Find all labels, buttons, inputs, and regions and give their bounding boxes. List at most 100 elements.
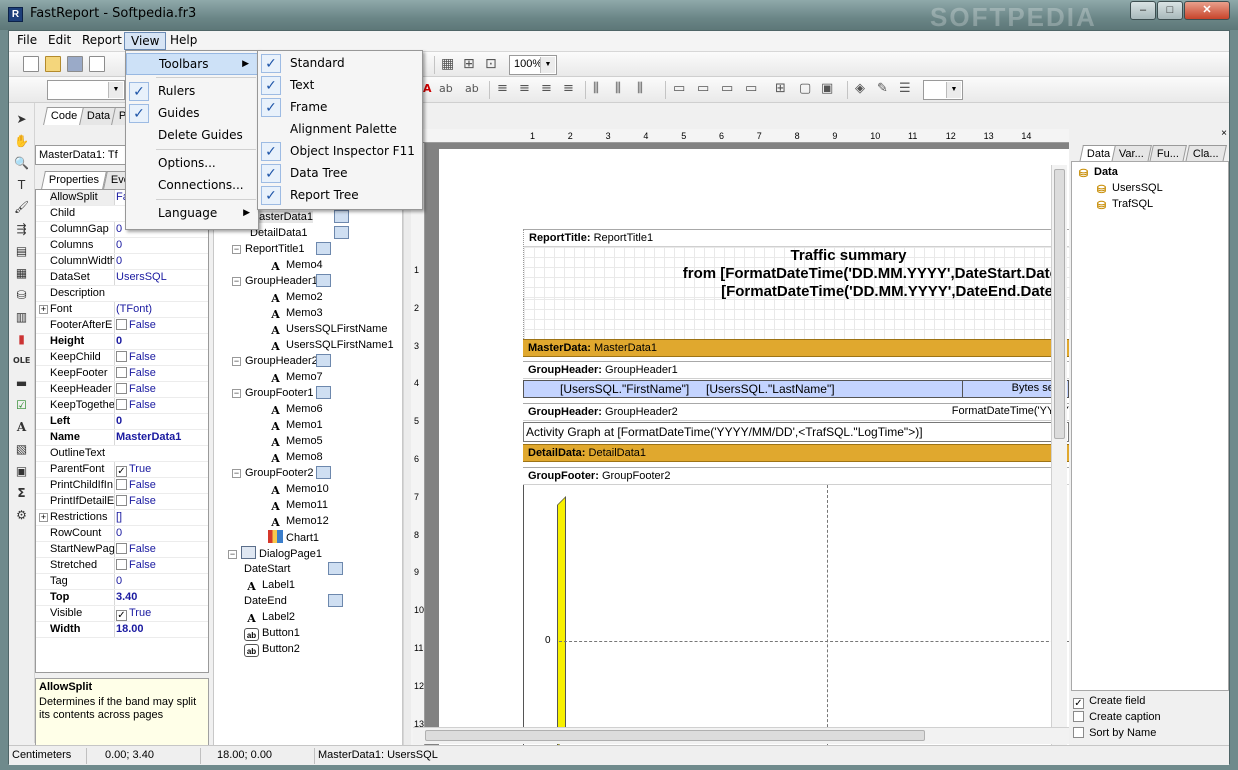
- checkbox-icon[interactable]: [116, 399, 127, 410]
- close-button[interactable]: ✕: [1184, 1, 1230, 20]
- property-value[interactable]: False: [114, 382, 208, 397]
- band-group-footer-2[interactable]: GroupFooter: GroupFooter2 0: [523, 467, 1069, 747]
- property-value[interactable]: 0: [114, 334, 208, 349]
- property-row[interactable]: Stretched False: [36, 558, 208, 574]
- tree-node[interactable]: ab Button1: [244, 626, 300, 642]
- tree-node[interactable]: Chart1: [268, 530, 319, 546]
- menu-item-standard[interactable]: ✓ Standard: [258, 53, 422, 75]
- font-color-icon[interactable]: A: [423, 82, 432, 95]
- rotate-text-icon[interactable]: ab: [465, 82, 479, 95]
- collapse-icon[interactable]: −: [232, 357, 241, 366]
- design-vertical-scrollbar[interactable]: ▼: [1051, 165, 1067, 747]
- property-row[interactable]: KeepChild False: [36, 350, 208, 366]
- menu-item-delete-guides[interactable]: Delete Guides: [126, 125, 258, 147]
- property-value[interactable]: False: [114, 318, 208, 333]
- tree-node[interactable]: A Memo1: [268, 418, 322, 434]
- property-row[interactable]: StartNewPag False: [36, 542, 208, 558]
- ole-object-icon[interactable]: OLE: [13, 353, 30, 369]
- hand-tool-icon[interactable]: ✋: [13, 133, 30, 149]
- collapse-icon[interactable]: −: [232, 469, 241, 478]
- tree-node[interactable]: ab Button2: [244, 642, 300, 658]
- property-value[interactable]: []: [114, 510, 208, 525]
- menu-item-data-tree[interactable]: ✓ Data Tree: [258, 163, 422, 185]
- scroll-thumb[interactable]: [425, 730, 925, 741]
- property-value[interactable]: False: [114, 398, 208, 413]
- memo-activity-graph[interactable]: Activity Graph at [FormatDateTime('YYYY/…: [523, 422, 1069, 442]
- frame-all-icon[interactable]: ⊞: [775, 81, 786, 96]
- tree-node[interactable]: DateStart: [244, 562, 343, 578]
- highlight-icon[interactable]: ab: [439, 82, 453, 95]
- frame-right-icon[interactable]: ▭: [745, 81, 757, 96]
- tree-node[interactable]: A Memo3: [268, 306, 322, 322]
- line-icon[interactable]: ▬: [13, 375, 30, 391]
- band-report-title[interactable]: ReportTitle: ReportTitle1 Traffic summar…: [523, 229, 1070, 300]
- property-row[interactable]: Description: [36, 286, 208, 302]
- align-center-icon[interactable]: ≡: [519, 81, 530, 96]
- frame-top-icon[interactable]: ▭: [673, 81, 685, 96]
- minimize-button[interactable]: –: [1130, 1, 1156, 20]
- report-objects-icon[interactable]: ▤: [13, 243, 30, 259]
- memo-icon[interactable]: A: [13, 419, 30, 435]
- property-row[interactable]: DataSet UsersSQL: [36, 270, 208, 286]
- menu-item-toolbars[interactable]: Toolbars ▶: [126, 53, 258, 75]
- property-row[interactable]: ParentFont ✓ True: [36, 462, 208, 478]
- menu-item-connections[interactable]: Connections...: [126, 175, 258, 197]
- grid-icon[interactable]: ▦: [441, 56, 454, 72]
- tree-node[interactable]: A Memo11: [268, 498, 328, 514]
- memo-title[interactable]: Traffic summary: [524, 247, 1063, 265]
- menu-item-report-tree[interactable]: ✓ Report Tree: [258, 185, 422, 207]
- data-item[interactable]: ⛁ UsersSQL: [1094, 181, 1163, 197]
- fit-to-grid-icon[interactable]: ⊡: [485, 56, 497, 72]
- data-item[interactable]: ⛁ TrafSQL: [1094, 197, 1153, 213]
- data-root[interactable]: ⛁ Data: [1076, 165, 1118, 181]
- property-value[interactable]: UsersSQL: [114, 270, 208, 285]
- menu-report[interactable]: Report: [76, 32, 128, 50]
- checkbox-icon[interactable]: [116, 495, 127, 506]
- chart-icon[interactable]: ▮: [13, 331, 30, 347]
- property-value[interactable]: 0: [114, 526, 208, 541]
- memo-lastname[interactable]: [UsersSQL."LastName"]: [706, 382, 835, 396]
- maximize-button[interactable]: □: [1157, 1, 1183, 20]
- report-page[interactable]: ReportTitle: ReportTitle1 Traffic summar…: [439, 149, 1070, 747]
- tree-node[interactable]: − GroupFooter2: [232, 466, 331, 482]
- property-row[interactable]: KeepFooter False: [36, 366, 208, 382]
- collapse-icon[interactable]: −: [232, 389, 241, 398]
- property-row[interactable]: ColumnWidth 0: [36, 254, 208, 270]
- menu-item-object-inspector-f11[interactable]: ✓ Object Inspector F11: [258, 141, 422, 163]
- tree-node[interactable]: A Memo4: [268, 258, 322, 274]
- property-row[interactable]: Top 3.40: [36, 590, 208, 606]
- property-row[interactable]: PrintChildIfIn False: [36, 478, 208, 494]
- property-row[interactable]: RowCount 0: [36, 526, 208, 542]
- checkbox-icon[interactable]: [116, 479, 127, 490]
- menu-file[interactable]: File: [11, 32, 43, 50]
- splitter[interactable]: [403, 143, 411, 747]
- valign-top-icon[interactable]: ⫼: [593, 81, 599, 96]
- band-group-header-1[interactable]: GroupHeader: GroupHeader1 [UsersSQL."Fir…: [523, 361, 1069, 401]
- property-row[interactable]: PrintIfDetailE False: [36, 494, 208, 510]
- cross-tab-icon[interactable]: ▦: [13, 265, 30, 281]
- tree-node[interactable]: − GroupHeader2: [232, 354, 331, 370]
- menu-item-text[interactable]: ✓ Text: [258, 75, 422, 97]
- expand-icon[interactable]: +: [39, 513, 48, 522]
- property-row[interactable]: KeepTogethe False: [36, 398, 208, 414]
- tree-node[interactable]: A UsersSQLFirstName: [268, 322, 387, 338]
- property-row[interactable]: Width 18.00: [36, 622, 208, 638]
- property-value[interactable]: 0: [114, 414, 208, 429]
- property-row[interactable]: Columns 0: [36, 238, 208, 254]
- checkbox-icon[interactable]: [116, 319, 127, 330]
- collapse-icon[interactable]: −: [228, 550, 237, 559]
- sum-icon[interactable]: Σ: [13, 485, 30, 501]
- menu-help[interactable]: Help: [164, 32, 203, 50]
- tree-node[interactable]: A Label2: [244, 610, 295, 626]
- align-right-icon[interactable]: ≡: [541, 81, 552, 96]
- memo-firstname[interactable]: [UsersSQL."FirstName"]: [560, 382, 689, 396]
- property-row[interactable]: Height 0: [36, 334, 208, 350]
- title-bar[interactable]: R FastReport - Softpedia.fr3 SOFTPEDIA –…: [0, 0, 1238, 32]
- menu-item-rulers[interactable]: ✓ Rulers: [126, 81, 258, 103]
- checkbox-icon[interactable]: [116, 351, 127, 362]
- close-pane-icon[interactable]: ×: [1221, 128, 1227, 139]
- database-icon[interactable]: ⛁: [13, 287, 30, 303]
- property-row[interactable]: KeepHeader False: [36, 382, 208, 398]
- shadow-icon[interactable]: ▣: [821, 81, 833, 96]
- property-value[interactable]: 0: [114, 254, 208, 269]
